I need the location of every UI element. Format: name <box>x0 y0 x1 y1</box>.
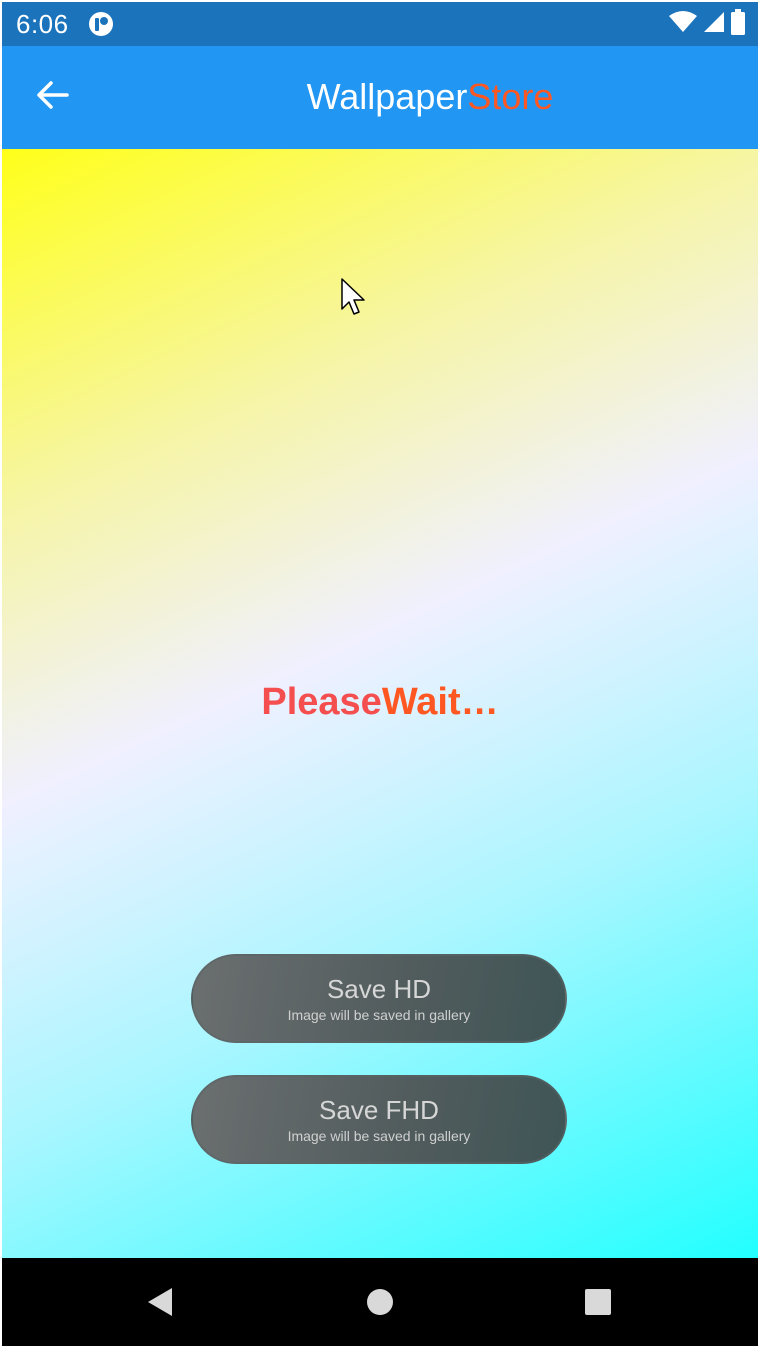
notification-app-icon <box>88 11 114 37</box>
app-title-wallpaper: Wallpaper <box>306 76 468 117</box>
wifi-icon <box>668 10 698 39</box>
wallpaper-preview: PleaseWait… Save HD Image will be saved … <box>2 149 758 1258</box>
loading-message: PleaseWait… <box>2 681 758 724</box>
phone-screen: 6:06 WallpaperStore PleaseWait… Save HD … <box>2 2 758 1346</box>
save-fhd-button[interactable]: Save FHD Image will be saved in gallery <box>191 1075 567 1164</box>
nav-home-circle-icon[interactable] <box>364 1286 396 1318</box>
app-title-store: Store <box>467 76 554 117</box>
save-fhd-sublabel: Image will be saved in gallery <box>287 1127 471 1144</box>
save-hd-button[interactable]: Save HD Image will be saved in gallery <box>191 954 567 1043</box>
app-bar: WallpaperStore <box>2 46 758 149</box>
system-nav-bar <box>2 1258 758 1346</box>
cell-signal-icon <box>702 10 726 39</box>
save-fhd-label: Save FHD <box>319 1094 439 1125</box>
app-title: WallpaperStore <box>2 76 758 118</box>
save-hd-label: Save HD <box>326 973 432 1004</box>
loading-message-please: Please <box>261 681 382 723</box>
battery-icon <box>730 8 746 40</box>
nav-recents-square-icon[interactable] <box>582 1286 614 1318</box>
mouse-pointer-icon <box>340 277 368 317</box>
status-icons <box>668 8 746 40</box>
status-time: 6:06 <box>16 9 69 39</box>
nav-back-triangle-icon[interactable] <box>144 1286 176 1318</box>
status-bar: 6:06 <box>2 2 758 46</box>
save-hd-sublabel: Image will be saved in gallery <box>287 1006 471 1023</box>
loading-message-wait: Wait… <box>381 681 499 723</box>
